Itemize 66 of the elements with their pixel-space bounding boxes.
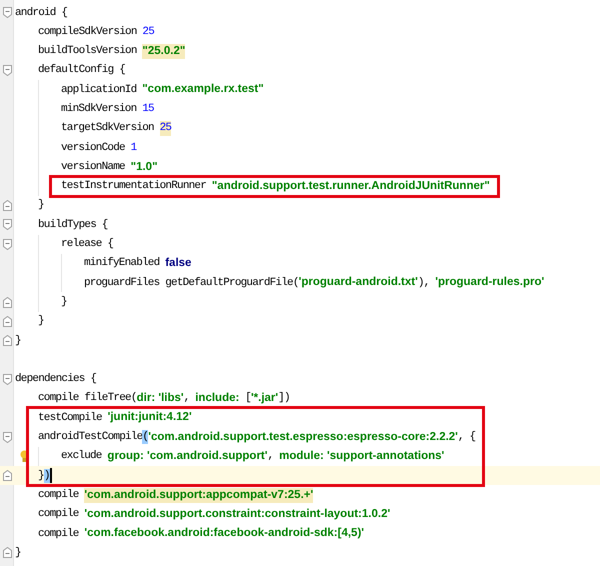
string-literal: 'com.android.support.test.espresso:espresso-core:2.2.2' <box>148 430 458 445</box>
code-text: , { <box>458 430 476 444</box>
string-literal: '*.jar' <box>250 391 278 406</box>
lightbulb-icon[interactable] <box>20 450 29 463</box>
code-text: proguardFiles getDefaultProguardFile( <box>84 276 299 290</box>
code-text: ]) <box>278 391 290 406</box>
string-literal: "com.example.rx.test" <box>142 82 264 98</box>
string-literal: group: 'com.android.support' <box>107 449 268 464</box>
code-text: , <box>268 449 274 464</box>
code-text: defaultConfig { <box>38 63 126 78</box>
code-text: android { <box>15 6 68 20</box>
code-text: dependencies { <box>15 372 96 386</box>
matched-bracket: ( <box>142 430 148 444</box>
code-text: } <box>38 314 44 329</box>
code-text: } <box>38 198 44 213</box>
text-cursor <box>50 468 52 484</box>
code-text: compile fileTree( <box>38 391 137 406</box>
fold-marker-icon[interactable] <box>2 432 12 443</box>
matched-bracket: ) <box>44 468 50 483</box>
number-literal: 1 <box>130 140 136 155</box>
code-text: , <box>184 391 190 406</box>
string-literal: 'junit:junit:4.12' <box>108 410 192 426</box>
fold-marker-icon[interactable] <box>2 238 12 250</box>
code-text: compile <box>38 507 80 522</box>
string-literal: 'com.android.support.constraint:constraint-layout:1.0.2' <box>84 506 390 522</box>
code-text: } <box>38 468 44 483</box>
code-text: [ <box>244 391 251 406</box>
code-text: compile <box>38 526 80 541</box>
fold-marker-icon[interactable] <box>2 219 12 230</box>
keyword: false <box>165 256 192 271</box>
code-text: testInstrumentationRunner <box>61 179 208 194</box>
number-literal: 25 <box>142 24 154 40</box>
code-text: buildToolsVersion <box>38 44 138 58</box>
code-text: versionCode <box>61 140 126 155</box>
code-text: applicationId <box>61 82 138 97</box>
code-text: release { <box>61 237 114 252</box>
string-literal: include: <box>195 391 240 406</box>
code-text: compile <box>38 488 80 502</box>
string-literal: 'com.android.support:appcompat-v7:25.+' <box>84 488 314 503</box>
code-text: } <box>61 294 67 310</box>
code-text: testCompile <box>38 410 103 426</box>
fold-marker-icon[interactable] <box>2 470 12 482</box>
code-text: } <box>15 546 21 560</box>
string-literal: module: 'support-annotations' <box>279 449 444 464</box>
number-literal: 25 <box>160 121 172 136</box>
fold-marker-icon[interactable] <box>2 374 12 385</box>
string-literal: "1.0" <box>130 160 158 174</box>
code-text: androidTestCompile <box>38 430 142 444</box>
string-literal: dir: 'libs' <box>136 391 184 406</box>
code-text: buildTypes { <box>38 218 108 232</box>
fold-marker-icon[interactable] <box>2 65 12 76</box>
string-literal: 'proguard-rules.pro' <box>435 275 544 290</box>
code-text: ), <box>418 276 430 290</box>
string-literal: 'proguard-android.txt' <box>298 275 418 290</box>
code-text: targetSdkVersion <box>61 121 155 136</box>
code-text: } <box>15 334 21 348</box>
string-literal: 'com.facebook.android:facebook-android-sdk:[4,5)' <box>84 526 364 542</box>
code-text: compileSdkVersion <box>38 24 138 40</box>
fold-marker-icon[interactable] <box>2 7 12 18</box>
number-literal: 15 <box>142 102 154 116</box>
string-literal: "25.0.2" <box>142 44 186 59</box>
code-text: versionName <box>61 160 126 174</box>
code-text: exclude <box>61 449 103 464</box>
code-text: minSdkVersion <box>61 102 138 116</box>
code-text: minifyEnabled <box>84 256 160 271</box>
string-literal: "android.support.test.runner.AndroidJUnitRunner" <box>212 178 490 194</box>
